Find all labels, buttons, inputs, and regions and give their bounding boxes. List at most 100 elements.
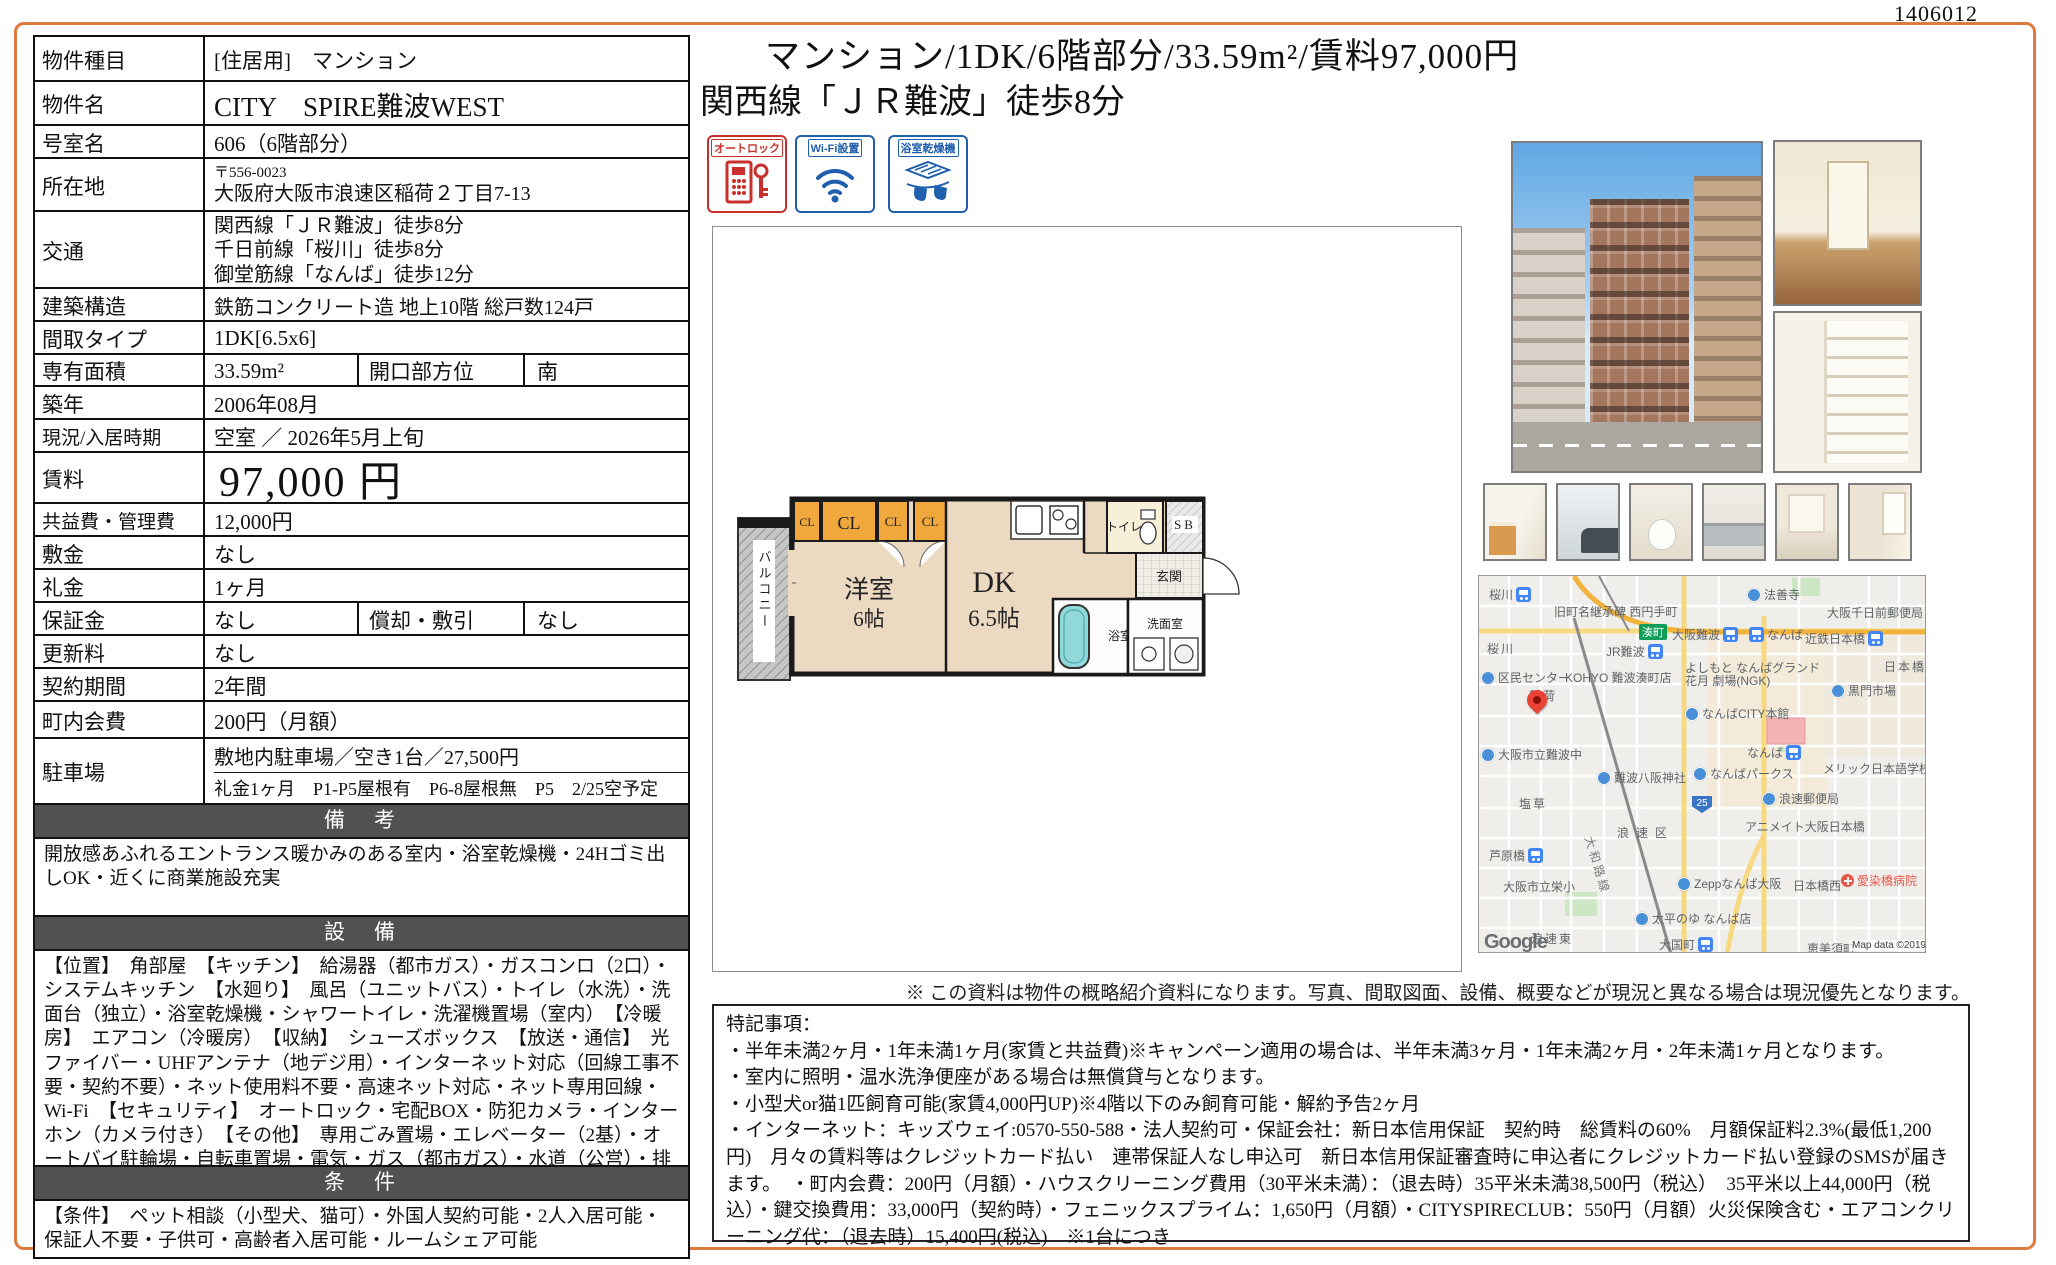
train-station-icon bbox=[1648, 644, 1663, 659]
map-label: 大阪市立難波中 bbox=[1481, 746, 1582, 763]
map-label: 愛染橋病院 bbox=[1841, 872, 1917, 889]
row-label: 駐車場 bbox=[35, 739, 205, 803]
poi-icon bbox=[1747, 588, 1761, 602]
special-notes-title: 特記事項： bbox=[726, 1012, 1956, 1039]
facing-direction: 南 bbox=[525, 355, 688, 385]
poi-icon bbox=[1677, 877, 1691, 891]
hospital-icon bbox=[1841, 874, 1854, 887]
map-label: 塩草 bbox=[1519, 795, 1547, 812]
washbasin-photo bbox=[1483, 483, 1547, 561]
room-size: 6帖 bbox=[853, 607, 885, 631]
row-label: 礼金 bbox=[35, 570, 205, 601]
map-label: アニメイト大阪日本橋 bbox=[1745, 818, 1865, 835]
map-label: 浪速郵便局 bbox=[1762, 790, 1839, 807]
row-value: なし bbox=[205, 537, 688, 568]
special-notes-box: 特記事項： ・半年未満2ヶ月・1年未満1ヶ月(家賃と共益費)※キャンペーン適用の… bbox=[712, 1004, 1970, 1242]
row-label: 物件種目 bbox=[35, 37, 205, 80]
station-marker: 近鉄日本橋 bbox=[1805, 630, 1883, 647]
row-label: 更新料 bbox=[35, 636, 205, 667]
remarks-text: 開放感あふれるエントランス暖かみのある室内・浴室乾燥機・24Hゴミ出しOK・近く… bbox=[35, 839, 688, 917]
row-value: 606（6階部分） bbox=[205, 126, 688, 157]
badge-wifi: Wi-Fi設置 bbox=[795, 135, 875, 213]
property-spec-table: 物件種目[住居用] マンション 物件名CITY SPIRE難波WEST 号室名6… bbox=[33, 35, 690, 1259]
station-marker: 桜川 bbox=[1489, 586, 1531, 603]
map-label: KOHYO 難波湊町店 bbox=[1565, 669, 1672, 686]
parking-info: 敷地内駐車場／空き1台／27,500円 礼金1ヶ月 P1-P5屋根有 P6-8屋… bbox=[205, 739, 688, 803]
entrance-door-swing bbox=[1203, 558, 1239, 594]
station-marker: なんば bbox=[1747, 744, 1801, 761]
entrance-label: 玄関 bbox=[1156, 569, 1182, 584]
row-value: 空室 ／ 2026年5月上旬 bbox=[205, 420, 688, 451]
train-station-icon bbox=[1516, 587, 1531, 602]
row-value: 1ヶ月 bbox=[205, 570, 688, 601]
table-row: 保証金 なし 償却・敷引 なし bbox=[35, 603, 688, 636]
table-row: 契約期間2年間 bbox=[35, 669, 688, 702]
map-label: 難波八阪神社 bbox=[1597, 769, 1686, 786]
conditions-text: 【条件】 ペット相談（小型犬、猫可）・外国人契約可能・2人入居可能・保証人不要・… bbox=[35, 1201, 688, 1257]
closet-label: CL bbox=[837, 513, 860, 533]
equipment-header: 設 備 bbox=[35, 917, 688, 951]
row-value: 12,000円 bbox=[205, 504, 688, 535]
washroom-label: 洗面室 bbox=[1147, 616, 1183, 631]
property-listing-sheet: 1406012 物件種目[住居用] マンション 物件名CITY SPIRE難波W… bbox=[0, 0, 2056, 1265]
kitchen-sink bbox=[1016, 506, 1042, 534]
property-name: CITY SPIRE難波WEST bbox=[205, 82, 688, 124]
row-value: 鉄筋コンクリート造 地上10階 総戸数124戸 bbox=[205, 289, 688, 320]
washbasin bbox=[1134, 638, 1164, 670]
badge-bathroom-dryer: 浴室乾燥機 bbox=[888, 135, 968, 213]
closet-photo bbox=[1773, 311, 1922, 473]
station-marker: 芦原橋 bbox=[1489, 847, 1543, 864]
conditions-header: 条 件 bbox=[35, 1167, 688, 1201]
building-exterior-photo bbox=[1511, 141, 1763, 473]
train-station-icon bbox=[1749, 627, 1764, 642]
dk-size: 6.5帖 bbox=[968, 606, 1020, 631]
headline-line2: 関西線「ＪＲ難波」徒歩8分 bbox=[700, 74, 1125, 123]
room-photo-2 bbox=[1848, 483, 1912, 561]
table-row: 共益費・管理費12,000円 bbox=[35, 504, 688, 537]
floorplan-box: バルコニー CL CL CL CL 洋室 6帖 bbox=[712, 226, 1462, 972]
row-value: 2006年08月 bbox=[205, 387, 688, 418]
poi-icon bbox=[1693, 767, 1707, 781]
map-label: 大阪千日前郵便局 bbox=[1827, 604, 1923, 621]
map-label: メリック日本語学校 bbox=[1823, 760, 1926, 777]
station-marker: 大阪難波 bbox=[1672, 626, 1738, 643]
red-pin-icon bbox=[1523, 686, 1551, 714]
map-label: よしもと なんばグランド花月 劇場(NGK) bbox=[1685, 662, 1820, 688]
document-number: 1406012 bbox=[1894, 1, 1978, 27]
row-label: 賃料 bbox=[35, 453, 205, 502]
poi-icon bbox=[1831, 684, 1845, 698]
row-label: 共益費・管理費 bbox=[35, 504, 205, 535]
address-text: 大阪府大阪市浪速区稲荷２丁目7-13 bbox=[214, 182, 531, 206]
table-row: 賃料97,000 円 bbox=[35, 453, 688, 504]
row-label: 現況/入居時期 bbox=[35, 420, 205, 451]
special-note-item: ・室内に照明・温水洗浄便座がある場合は無償貸与となります。 bbox=[726, 1065, 1956, 1092]
map-label: 日本橋西 bbox=[1793, 877, 1841, 894]
headline-line1: マンション/1DK/6階部分/33.59m²/賃料97,000円 bbox=[765, 28, 1519, 79]
poi-icon bbox=[1481, 671, 1495, 685]
train-station-icon bbox=[1786, 745, 1801, 760]
map-label: Zeppなんば大阪 bbox=[1677, 875, 1781, 892]
room-label: 洋室 bbox=[844, 576, 894, 604]
row-value: なし bbox=[205, 636, 688, 667]
train-station-icon bbox=[1528, 848, 1543, 863]
row-label: 物件名 bbox=[35, 82, 205, 124]
row-label: 契約期間 bbox=[35, 669, 205, 700]
station-marker: 大国町 bbox=[1659, 936, 1713, 953]
row-label: 号室名 bbox=[35, 126, 205, 157]
floorplan-drawing: バルコニー CL CL CL CL 洋室 6帖 bbox=[736, 488, 1246, 688]
poi-icon bbox=[1635, 912, 1649, 926]
balcony-label: バルコニー bbox=[757, 550, 772, 630]
map-label: 恵美須町 bbox=[1807, 940, 1855, 953]
row-label: 間取タイプ bbox=[35, 322, 205, 353]
poi-icon bbox=[1597, 771, 1611, 785]
location-map: 桜川旧町名継承碑 西円手町湊町大阪難波なんば近鉄日本橋法善寺大阪千日前郵便局JR… bbox=[1478, 575, 1926, 953]
table-row: 築年2006年08月 bbox=[35, 387, 688, 420]
map-label: 湊町 bbox=[1639, 624, 1667, 640]
row-label: 築年 bbox=[35, 387, 205, 418]
train-station-icon bbox=[1868, 631, 1883, 646]
row-value: [住居用] マンション bbox=[205, 37, 688, 80]
badge-label: Wi-Fi設置 bbox=[808, 139, 863, 157]
train-station-icon bbox=[1723, 627, 1738, 642]
poi-icon bbox=[1762, 792, 1776, 806]
badge-label: 浴室乾燥機 bbox=[898, 139, 959, 157]
